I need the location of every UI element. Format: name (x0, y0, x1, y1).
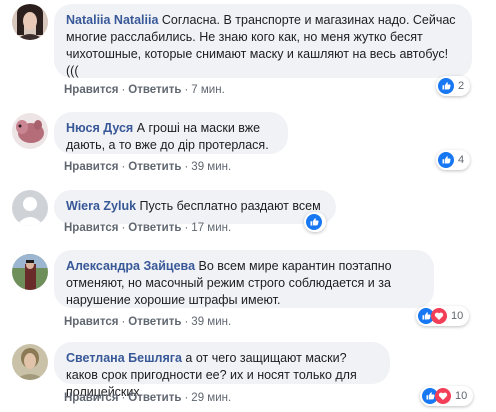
reactions-badge[interactable]: 10 (420, 386, 474, 406)
avatar-photo (12, 344, 48, 380)
comment-time[interactable]: 39 мин. (191, 161, 231, 173)
comment-time[interactable]: 39 мин. (191, 316, 231, 328)
reactions-badge[interactable]: 10 (416, 306, 470, 326)
comment-bubble: Wiera Zyluk Пусть бесплатно раздают всем (54, 190, 336, 224)
reactions-badge[interactable]: 2 (436, 76, 471, 96)
comment: Александра Зайцева Во всем мире карантин… (0, 250, 496, 334)
reply-link[interactable]: Ответить (128, 392, 181, 404)
avatar-photo (12, 4, 48, 40)
comment: Wiera Zyluk Пусть бесплатно раздают всем… (0, 188, 496, 240)
comment: Nataliia Nataliia Согласна. В транспорте… (0, 0, 496, 100)
reaction-count: 2 (458, 80, 465, 92)
reply-link[interactable]: Ответить (128, 161, 181, 173)
comment-bubble: Nataliia Nataliia Согласна. В транспорте… (54, 4, 472, 78)
comment: Светлана Бешляга а от чего защищают маск… (0, 342, 496, 412)
comment-time[interactable]: 17 мин. (191, 222, 231, 234)
avatar[interactable] (12, 254, 48, 290)
like-link[interactable]: Нравится (64, 84, 118, 96)
like-link[interactable]: Нравится (64, 222, 118, 234)
comment-actions: Нравится · Ответить · 29 мин. (64, 392, 232, 404)
default-avatar-icon (12, 190, 48, 226)
reactions-badge[interactable] (304, 212, 326, 232)
heart-icon (435, 388, 451, 404)
like-link[interactable]: Нравится (64, 316, 118, 328)
comment-author[interactable]: Нюся Дуся (66, 121, 133, 135)
thumbs-up-icon (306, 214, 322, 230)
comment-bubble: Нюся Дуся А гроші на маски вже дають, а … (54, 112, 288, 154)
comment: Нюся Дуся А гроші на маски вже дають, а … (0, 112, 496, 182)
comment-text: Пусть бесплатно раздают всем (139, 199, 321, 213)
comment-time[interactable]: 29 мин. (191, 392, 231, 404)
avatar[interactable] (12, 190, 48, 226)
comment-time[interactable]: 7 мин. (191, 84, 224, 96)
like-link[interactable]: Нравится (64, 392, 118, 404)
comment-actions: Нравится · Ответить · 39 мин. (64, 161, 232, 173)
comment-bubble: Светлана Бешляга а от чего защищают маск… (54, 342, 390, 399)
avatar[interactable] (12, 344, 48, 380)
thumbs-up-icon (438, 152, 454, 168)
reply-link[interactable]: Ответить (128, 84, 181, 96)
like-link[interactable]: Нравится (64, 161, 118, 173)
avatar[interactable] (12, 4, 48, 40)
comment-actions: Нравится · Ответить · 17 мин. (64, 222, 232, 234)
comment-author[interactable]: Nataliia Nataliia (66, 13, 158, 27)
avatar[interactable] (12, 113, 48, 149)
comment-author[interactable]: Wiera Zyluk (66, 199, 136, 213)
avatar-photo (12, 254, 48, 290)
reply-link[interactable]: Ответить (128, 316, 181, 328)
thumbs-up-icon (438, 78, 454, 94)
reaction-count: 10 (451, 310, 464, 322)
comment-bubble: Александра Зайцева Во всем мире карантин… (54, 250, 434, 308)
comment-author[interactable]: Александра Зайцева (66, 259, 195, 273)
heart-icon (431, 308, 447, 324)
reaction-count: 10 (455, 390, 468, 402)
comment-actions: Нравится · Ответить · 39 мин. (64, 316, 232, 328)
reply-link[interactable]: Ответить (128, 222, 181, 234)
comment-actions: Нравится · Ответить · 7 мин. (64, 84, 225, 96)
reactions-badge[interactable]: 4 (436, 150, 471, 170)
comment-author[interactable]: Светлана Бешляга (66, 351, 182, 365)
reaction-count: 4 (458, 154, 465, 166)
avatar-photo (12, 113, 48, 149)
